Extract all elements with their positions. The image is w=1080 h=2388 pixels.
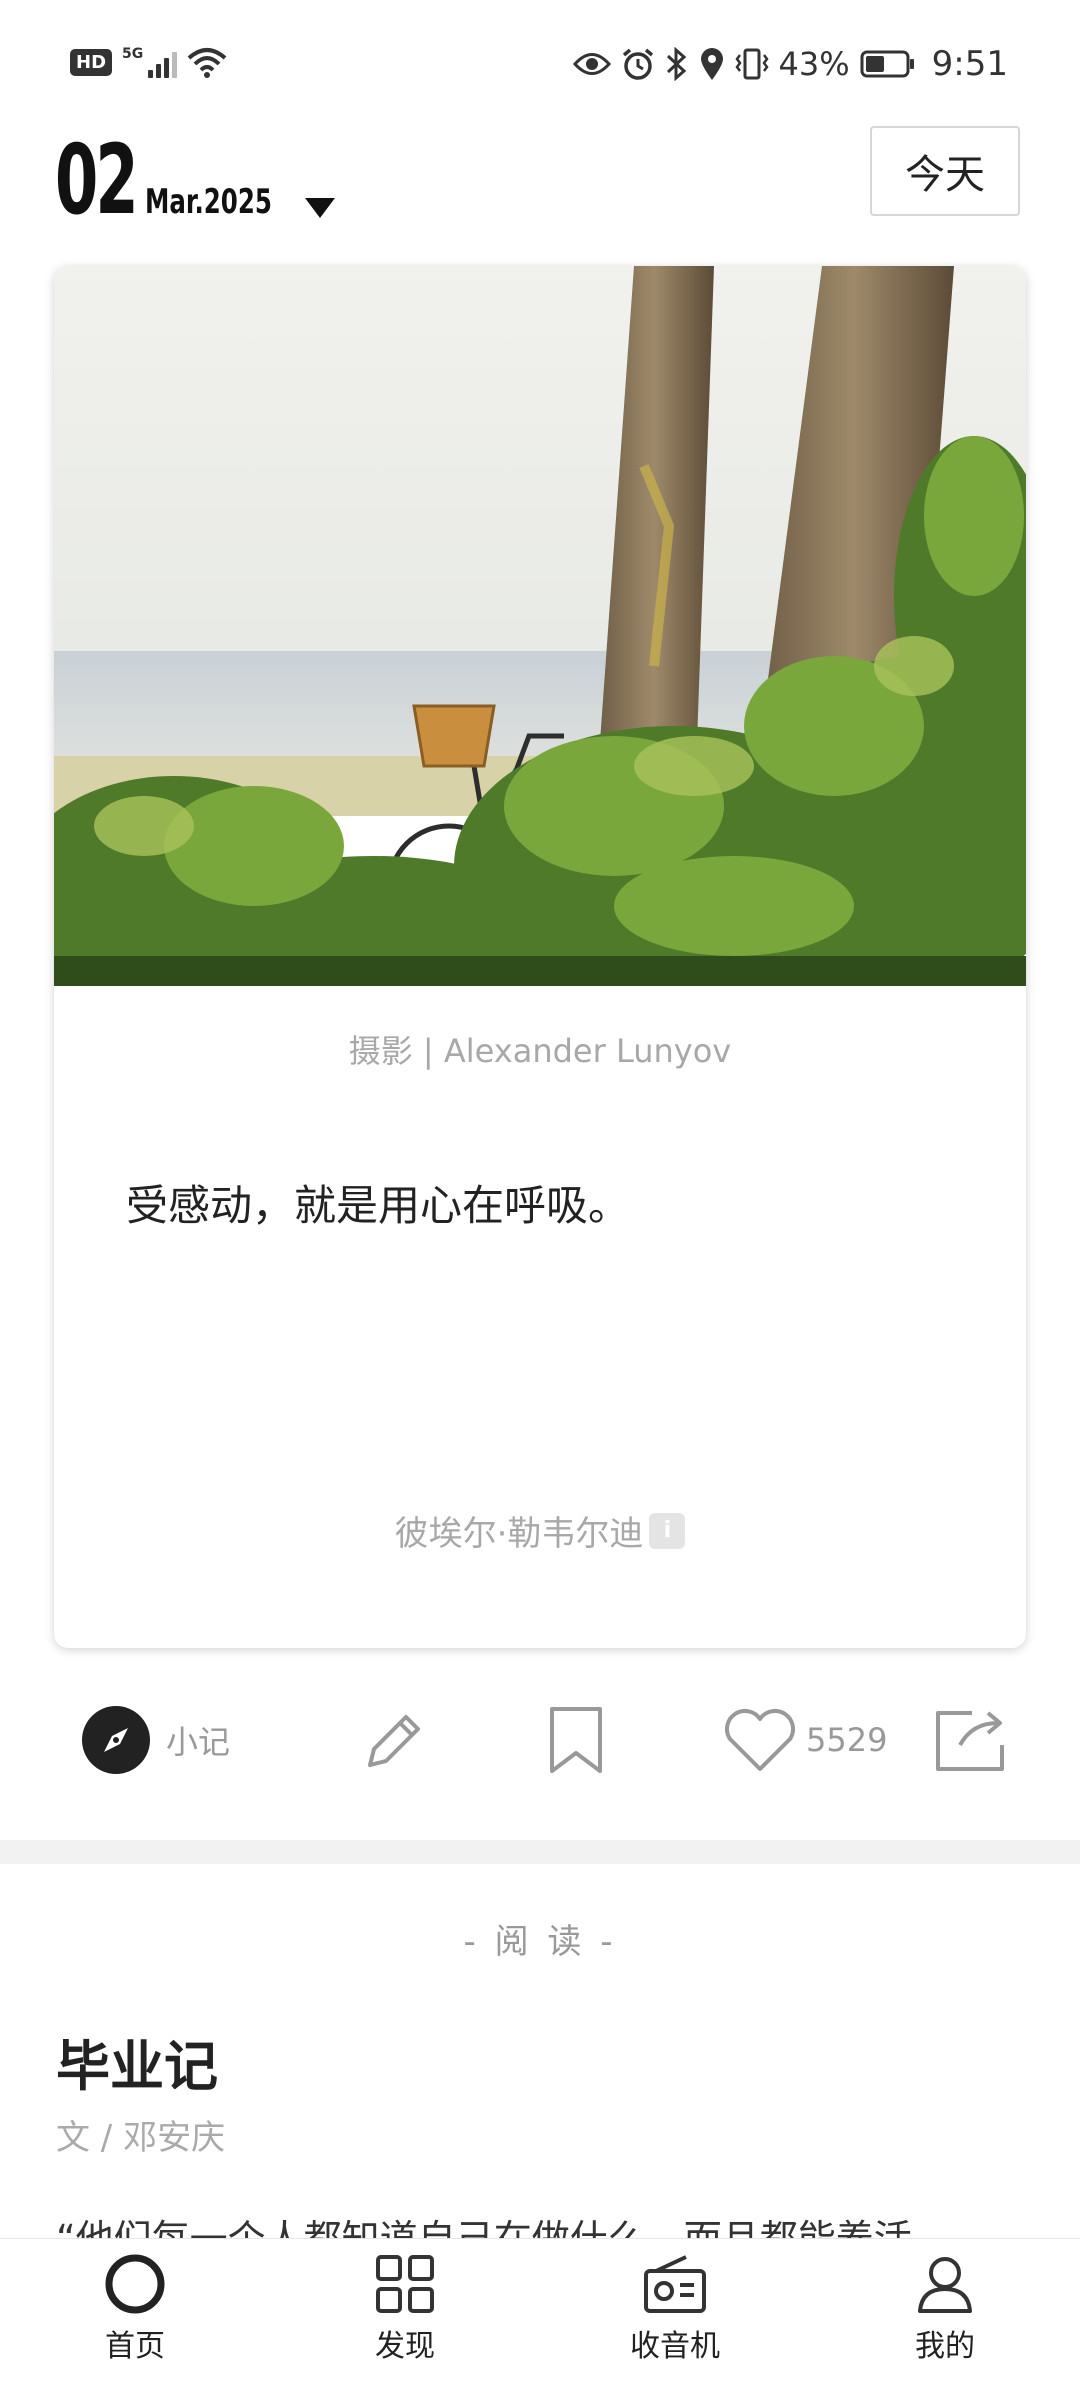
pencil-icon — [368, 1715, 420, 1767]
nav-discover-label: 发现 — [375, 2329, 435, 2364]
share-icon — [936, 1711, 1004, 1771]
status-bar-left: HD 5G — [70, 46, 227, 78]
like-button[interactable]: 5529 — [722, 1700, 887, 1780]
edit-button[interactable] — [360, 1700, 430, 1780]
today-button[interactable]: 今天 — [870, 126, 1020, 216]
person-icon — [918, 2257, 972, 2313]
location-icon — [700, 48, 723, 80]
bottom-nav: 首页 发现 收音机 我的 — [0, 2238, 1080, 2388]
nav-radio-label: 收音机 — [630, 2329, 720, 2364]
article-title[interactable]: 毕业记 — [56, 2022, 218, 2101]
hd-badge: HD — [70, 48, 113, 76]
heart-icon — [724, 1709, 796, 1771]
daily-quote: 受感动，就是用心在呼吸。 — [126, 1181, 631, 1230]
date-selector[interactable]: 02 Mar.2025 — [55, 118, 336, 236]
note-label: 小记 — [166, 1723, 231, 1761]
eye-icon — [572, 53, 611, 75]
bookmark-icon — [550, 1707, 602, 1773]
daily-photo[interactable] — [54, 266, 1026, 986]
compass-icon — [82, 1706, 150, 1774]
nav-home-label: 首页 — [105, 2329, 165, 2364]
battery-icon — [860, 50, 914, 78]
home-ring-icon — [105, 2254, 165, 2314]
reading-section-label: - 阅 读 - — [463, 1922, 617, 1962]
day-number: 02 — [55, 124, 139, 236]
nav-home[interactable]: 首页 — [55, 2253, 215, 2383]
vibrate-icon — [734, 48, 769, 80]
share-button[interactable] — [932, 1700, 1008, 1780]
note-button[interactable]: 小记 — [82, 1700, 230, 1780]
alarm-icon — [622, 48, 653, 80]
like-count: 5529 — [806, 1721, 888, 1759]
photo-credit: 摄影 | Alexander Lunyov — [348, 1032, 732, 1070]
article-author: 文 / 邓安庆 — [56, 2118, 226, 2158]
month-year: Mar.2025 — [145, 182, 273, 222]
bluetooth-icon — [666, 47, 686, 81]
section-divider — [0, 1840, 1080, 1864]
nav-discover[interactable]: 发现 — [325, 2253, 485, 2383]
clock: 9:51 — [931, 44, 1008, 84]
signal-icon: 5G — [122, 46, 178, 78]
grid-icon — [376, 2255, 434, 2313]
quote-author: 彼埃尔·勒韦尔迪 i — [54, 1506, 1026, 1555]
radio-icon — [644, 2255, 706, 2313]
quote-author-name: 彼埃尔·勒韦尔迪 — [394, 1514, 644, 1554]
network-type-label: 5G — [122, 46, 144, 62]
battery-percent: 43% — [778, 45, 850, 83]
bookmark-button[interactable] — [546, 1700, 606, 1780]
card-action-bar: 小记 5529 — [0, 1700, 1080, 1780]
status-bar-right: 43% 9:51 — [572, 44, 1008, 84]
status-bar: HD 5G 43% 9:51 — [0, 0, 1080, 130]
nav-radio[interactable]: 收音机 — [595, 2253, 755, 2383]
caret-down-icon[interactable] — [305, 198, 336, 218]
nav-profile-label: 我的 — [915, 2329, 975, 2364]
nav-profile[interactable]: 我的 — [865, 2253, 1025, 2383]
info-icon[interactable]: i — [649, 1512, 686, 1549]
wifi-icon — [187, 48, 227, 78]
daily-card: 摄影 | Alexander Lunyov 受感动，就是用心在呼吸。 彼埃尔·勒… — [54, 266, 1026, 1648]
